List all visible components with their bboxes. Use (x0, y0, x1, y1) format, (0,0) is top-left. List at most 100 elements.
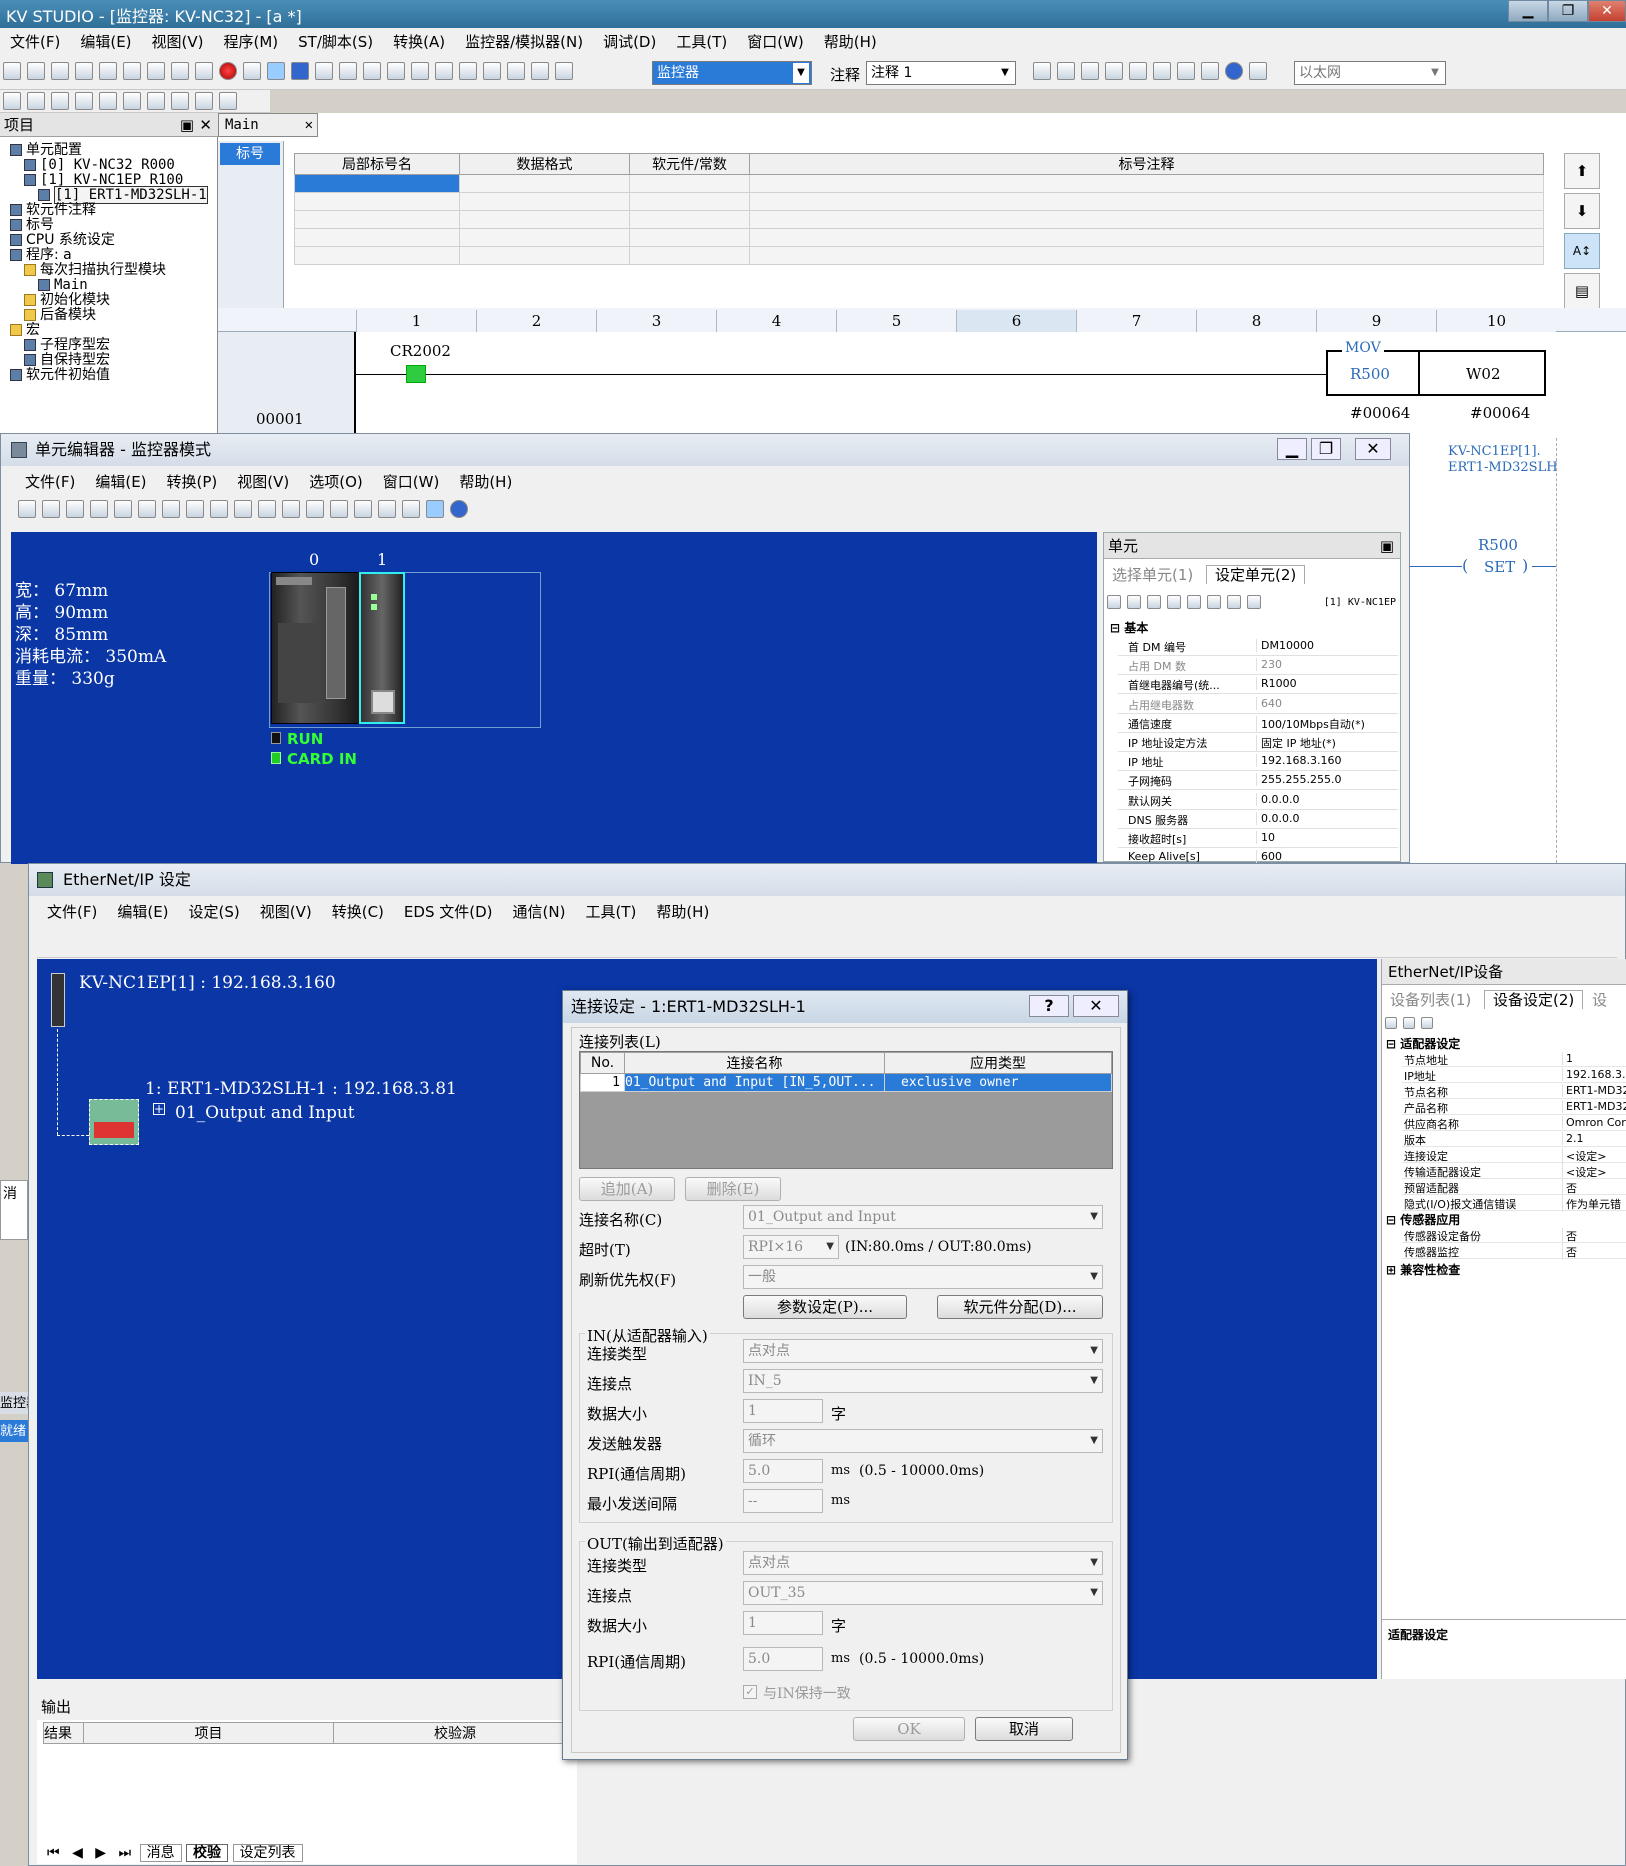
toolbar-icon[interactable] (555, 62, 573, 80)
table-cell[interactable] (629, 228, 750, 247)
property-row[interactable]: 占用 DM 数 230 (1118, 656, 1398, 676)
property-row[interactable]: IP地址 192.168.3.8 (1402, 1067, 1626, 1083)
property-row[interactable]: 节点地址 1 (1402, 1051, 1626, 1067)
nav-last-icon[interactable]: ⏭ (115, 1845, 136, 1861)
toolbar-icon[interactable] (315, 62, 333, 80)
table-cell[interactable] (749, 210, 1544, 229)
table-cell[interactable] (459, 210, 630, 229)
table-row[interactable]: 1 01_Output and Input [IN_5,OUT... exclu… (580, 1073, 1112, 1092)
toolbar-icon[interactable] (27, 92, 45, 110)
nc1ep-unit-image[interactable] (359, 572, 405, 724)
toolbar-icon[interactable] (435, 62, 453, 80)
toolbar-icon[interactable] (1153, 62, 1171, 80)
prop-group-basic[interactable]: ⊟ 基本 (1110, 619, 1148, 636)
toolbar-icon[interactable] (42, 500, 60, 518)
scanner-node[interactable]: KV-NC1EP[1] : 192.168.3.160 (79, 973, 336, 993)
eip-menu-item[interactable]: 工具(T) (575, 898, 646, 926)
table-cell[interactable] (629, 246, 750, 265)
same-as-in-checkbox[interactable]: ✓ (743, 1685, 757, 1699)
eip-menu-item[interactable]: 编辑(E) (107, 898, 178, 926)
eip-menu-item[interactable]: 通信(N) (503, 898, 576, 926)
unit-editor-menu-item[interactable]: 文件(F) (15, 468, 85, 496)
toolbar-icon[interactable] (162, 500, 180, 518)
unit-editor-menu-item[interactable]: 视图(V) (227, 468, 299, 496)
toolbar-icon[interactable] (195, 62, 213, 80)
tab-device-settings[interactable]: 设备设定(2) (1484, 990, 1584, 1009)
table-cell[interactable] (749, 174, 1544, 193)
kv-menu-item[interactable]: 工具(T) (666, 28, 737, 56)
table-cell[interactable] (749, 246, 1544, 265)
toolbar-icon[interactable] (147, 62, 165, 80)
property-row[interactable]: 通信速度 100/10Mbps自动(*) (1118, 714, 1398, 733)
property-row[interactable]: 占用继电器数 640 (1118, 695, 1398, 714)
toolbar-icon[interactable] (1129, 62, 1147, 80)
min-interval-input[interactable]: -- (743, 1489, 823, 1513)
toolbar-icon[interactable] (171, 62, 189, 80)
toolbar-icon[interactable] (330, 500, 348, 518)
tab-settings-list[interactable]: 设定列表 (232, 1844, 303, 1862)
toolbar-icon[interactable] (1207, 595, 1221, 609)
arrow-down-icon[interactable]: ⬇ (1564, 193, 1600, 229)
expand-icon[interactable]: + (153, 1103, 165, 1115)
table-cell[interactable] (294, 192, 460, 211)
mail-icon[interactable] (1147, 595, 1161, 609)
tab-messages[interactable]: 消息 (139, 1844, 182, 1862)
print-icon[interactable] (1201, 62, 1219, 80)
col-header[interactable]: 项目 (83, 1722, 334, 1744)
minimize-button[interactable]: ▁ (1277, 438, 1307, 460)
toolbar-icon[interactable] (459, 62, 477, 80)
toolbar-icon[interactable] (339, 62, 357, 80)
toolbar-icon[interactable] (354, 500, 372, 518)
help-icon[interactable] (450, 500, 468, 518)
property-row[interactable]: IP 地址设定方法 固定 IP 地址(*) (1118, 733, 1398, 752)
toolbar-icon[interactable] (75, 92, 93, 110)
col-header[interactable]: 局部标号名 (294, 153, 460, 175)
copy-icon[interactable] (114, 500, 132, 518)
table-cell[interactable] (629, 210, 750, 229)
help-button[interactable]: ? (1029, 995, 1069, 1017)
help-icon[interactable] (1225, 62, 1243, 80)
tab-label[interactable]: 标号 (220, 143, 280, 165)
table-cell[interactable] (294, 246, 460, 265)
in-type-select[interactable]: 点对点 ▼ (743, 1339, 1103, 1363)
col-header[interactable]: 数据格式 (459, 153, 630, 175)
adapter-node[interactable]: 1: ERT1-MD32SLH-1 : 192.168.3.81 (145, 1079, 457, 1099)
toolbar-icon[interactable] (210, 500, 228, 518)
col-header[interactable]: 校验源 (333, 1722, 577, 1744)
save-icon[interactable] (1081, 62, 1099, 80)
property-row[interactable]: 供应商名称 Omron Corpo (1402, 1115, 1626, 1131)
trigger-select[interactable]: 循环 ▼ (743, 1429, 1103, 1453)
toolbar-icon[interactable] (51, 92, 69, 110)
in-rpi-input[interactable]: 5.0 (743, 1459, 823, 1483)
toolbar-icon[interactable] (195, 92, 213, 110)
arrow-up-icon[interactable]: ⬆ (1564, 153, 1600, 189)
out-size-input[interactable]: 1 (743, 1611, 823, 1635)
toolbar-icon[interactable] (51, 62, 69, 80)
toolbar-icon[interactable] (507, 62, 525, 80)
stop-icon[interactable] (291, 62, 309, 80)
col-header[interactable]: 连接名称 (624, 1052, 885, 1074)
close-icon[interactable]: ✕ (199, 113, 212, 137)
property-row[interactable]: 节点名称 ERT1-MD32SL (1402, 1083, 1626, 1099)
toolbar-icon[interactable] (282, 500, 300, 518)
clipboard-icon[interactable]: ▤ (1564, 273, 1600, 309)
new-icon[interactable] (1033, 62, 1051, 80)
eip-menu-item[interactable]: 帮助(H) (646, 898, 719, 926)
add-button[interactable]: 追加(A) (579, 1177, 675, 1201)
toolbar-icon[interactable] (123, 62, 141, 80)
toolbar-icon[interactable] (387, 62, 405, 80)
table-cell[interactable] (749, 192, 1544, 211)
tab-main[interactable]: Main ✕ (218, 113, 318, 137)
pin-icon[interactable]: ▣ (1380, 533, 1394, 559)
toolbar-icon[interactable] (1247, 595, 1261, 609)
nav-next-icon[interactable]: ▶ (91, 1845, 110, 1861)
toolbar-icon[interactable] (3, 62, 21, 80)
toolbar-icon[interactable] (426, 500, 444, 518)
toolbar-icon[interactable] (66, 500, 84, 518)
cancel-button[interactable]: 取消 (975, 1717, 1073, 1741)
kv-menu-item[interactable]: ST/脚本(S) (288, 28, 383, 56)
unit-editor-menu-item[interactable]: 帮助(H) (449, 468, 522, 496)
col-header[interactable]: 标号注释 (749, 153, 1544, 175)
table-cell[interactable] (459, 246, 630, 265)
toolbar-icon[interactable] (1249, 62, 1267, 80)
